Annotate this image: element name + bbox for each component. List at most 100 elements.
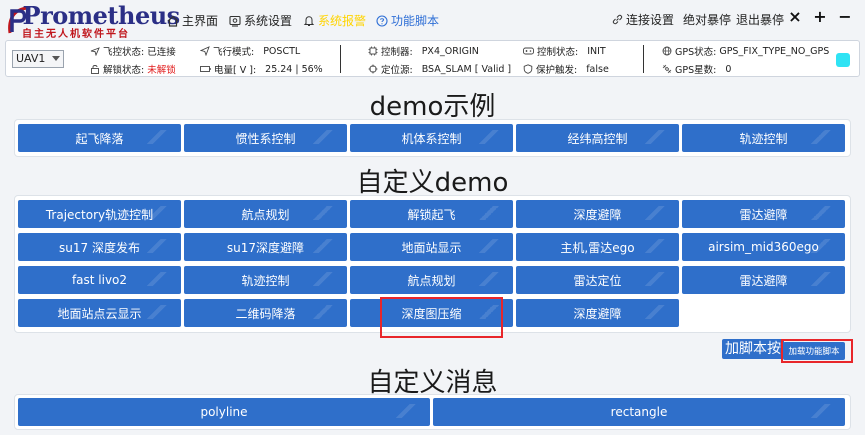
nav-scripts[interactable]: 功能脚本 [376, 12, 439, 29]
custom-demo-button[interactable]: 雷达避障 [682, 200, 845, 228]
custom-demo-button-label: fast livo2 [71, 273, 128, 287]
demo-button[interactable]: 轨迹控制 [682, 124, 845, 152]
custom-demo-button[interactable]: 主机,雷达ego [516, 233, 679, 261]
custom-demo-button[interactable]: 地面站点云显示 [18, 299, 181, 327]
battery-value: 25.24 | 56% [265, 63, 323, 75]
custom-demo-button-label: 深度避障 [573, 306, 622, 321]
gps-count-value: 0 [725, 63, 732, 75]
custom-demo-button-label: su17 深度发布 [59, 240, 140, 255]
title-bar: PPrometheus 自主无人机软件平台 主界面 系统设置 系统报警 功能脚本… [0, 0, 865, 40]
home-icon [167, 15, 179, 27]
uav-select[interactable]: UAV1 [12, 50, 64, 68]
demo-button[interactable]: 惯性系控制 [184, 124, 347, 152]
script-area-label: 加脚本按 [722, 339, 784, 359]
crosshair-icon [368, 64, 378, 74]
custom-demo-button-label: 地面站点云显示 [57, 306, 142, 321]
nav-settings-label: 系统设置 [244, 14, 293, 28]
demo-button[interactable]: 机体系控制 [350, 124, 513, 152]
custom-demo-button[interactable]: 航点规划 [350, 266, 513, 294]
gps-state: GPS状态: GPS_FIX_TYPE_NO_GPS [662, 44, 829, 58]
gamepad-icon [523, 47, 534, 55]
custom-demo-button-label: 轨迹控制 [241, 273, 290, 288]
unlock-icon [91, 65, 99, 74]
connect-settings-label: 连接设置 [626, 13, 675, 27]
flight-mode: 飞行模式: POSCTL [200, 44, 300, 58]
demo-button[interactable]: 经纬高控制 [516, 124, 679, 152]
custom-demo-button[interactable]: 地面站显示 [350, 233, 513, 261]
custom-demo-button[interactable]: 雷达定位 [516, 266, 679, 294]
uav-select-value: UAV1 [16, 52, 46, 65]
gps-state-label: GPS状态: [675, 47, 717, 58]
custom-demo-button-label: 航点规划 [241, 207, 290, 222]
gps-count-label: GPS星数: [675, 65, 717, 76]
custom-demo-button-label: Trajectory轨迹控制 [45, 207, 154, 222]
help-circle-icon [376, 14, 388, 27]
gps-count: GPS星数: 0 [662, 62, 731, 76]
control-state: 控制状态: INIT [523, 44, 606, 58]
lock-status-label: 解锁状态: [103, 65, 145, 76]
custom-demo-button-label: 雷达定位 [573, 273, 622, 288]
status-indicator [836, 53, 850, 67]
globe-icon [662, 46, 672, 56]
custom-demo-button[interactable]: 雷达避障 [682, 266, 845, 294]
fc-status-label: 飞控状态: [103, 47, 145, 58]
fc-status-value: 已连接 [147, 47, 176, 58]
status-divider [340, 45, 341, 73]
custom-demo-button[interactable]: 二维码降落 [184, 299, 347, 327]
custom-demo-button[interactable]: 深度避障 [516, 200, 679, 228]
controller-status: 控制器: PX4_ORIGIN [368, 44, 479, 58]
settings-icon [229, 15, 241, 27]
add-button[interactable]: + [812, 7, 828, 26]
flight-mode-label: 飞行模式: [213, 47, 255, 58]
message-button-label: polyline [200, 405, 248, 419]
exit-stop-button[interactable]: 退出暴停 [736, 11, 784, 28]
custom-demo-button-label: airsim_mid360ego [708, 240, 819, 254]
bell-icon [303, 15, 315, 26]
custom-demo-button-label: su17深度避障 [226, 240, 305, 255]
custom-demo-button[interactable]: 航点规划 [184, 200, 347, 228]
lock-status-value: 未解锁 [147, 65, 176, 76]
nav-alerts-label: 系统报警 [318, 14, 367, 28]
location-source-value: BSA_SLAM [ Valid ] [421, 63, 512, 75]
chip-icon [368, 46, 378, 56]
message-button[interactable]: polyline [18, 398, 430, 426]
message-button[interactable]: rectangle [433, 398, 845, 426]
custom-demo-button-label: 深度图压缩 [401, 306, 462, 321]
message-button-label: rectangle [610, 405, 668, 419]
close-button[interactable]: × [787, 7, 803, 26]
battery-label: 电量[ V ]: [214, 65, 257, 76]
custom-demo-button[interactable]: airsim_mid360ego [682, 233, 845, 261]
minimize-button[interactable]: − [837, 7, 853, 26]
plane-icon [90, 47, 100, 56]
absolute-stop-button[interactable]: 绝对暴停 [683, 11, 731, 28]
custom-demo-button[interactable]: 解锁起飞 [350, 200, 513, 228]
gps-state-value: GPS_FIX_TYPE_NO_GPS [719, 45, 830, 57]
nav-settings[interactable]: 系统设置 [229, 12, 292, 29]
demo-section-title: demo示例 [369, 92, 496, 122]
nav-home[interactable]: 主界面 [167, 12, 218, 29]
protect-trigger-value: false [586, 63, 609, 75]
custom-demo-button[interactable]: 深度避障 [516, 299, 679, 327]
connect-settings-button[interactable]: 连接设置 [612, 11, 674, 28]
load-script-button[interactable]: 加载功能脚本 [783, 342, 845, 360]
custom-demo-button-label: 深度避障 [573, 207, 622, 222]
custom-demo-button[interactable]: Trajectory轨迹控制 [18, 200, 181, 228]
controller-value: PX4_ORIGIN [421, 45, 479, 57]
custom-demo-button[interactable]: 轨迹控制 [184, 266, 347, 294]
custom-demo-button[interactable]: fast livo2 [18, 266, 181, 294]
control-state-value: INIT [587, 45, 606, 57]
custom-demo-button-label: 解锁起飞 [407, 207, 456, 222]
nav-alerts[interactable]: 系统报警 [303, 12, 366, 29]
custom-demo-button-label: 二维码降落 [235, 306, 296, 321]
controller-label: 控制器: [381, 47, 413, 58]
nav-home-label: 主界面 [182, 14, 219, 28]
custom-demo-button[interactable]: su17 深度发布 [18, 233, 181, 261]
custom-demo-button-label: 地面站显示 [401, 240, 462, 255]
protect-trigger: 保护触发: false [523, 62, 609, 76]
control-state-label: 控制状态: [537, 47, 579, 58]
custom-demo-button[interactable]: su17深度避障 [184, 233, 347, 261]
fc-status: 飞控状态: 已连接 [90, 44, 176, 58]
logo-subtitle: 自主无人机软件平台 [22, 29, 130, 40]
link-icon [612, 14, 623, 25]
demo-button[interactable]: 起飞降落 [18, 124, 181, 152]
